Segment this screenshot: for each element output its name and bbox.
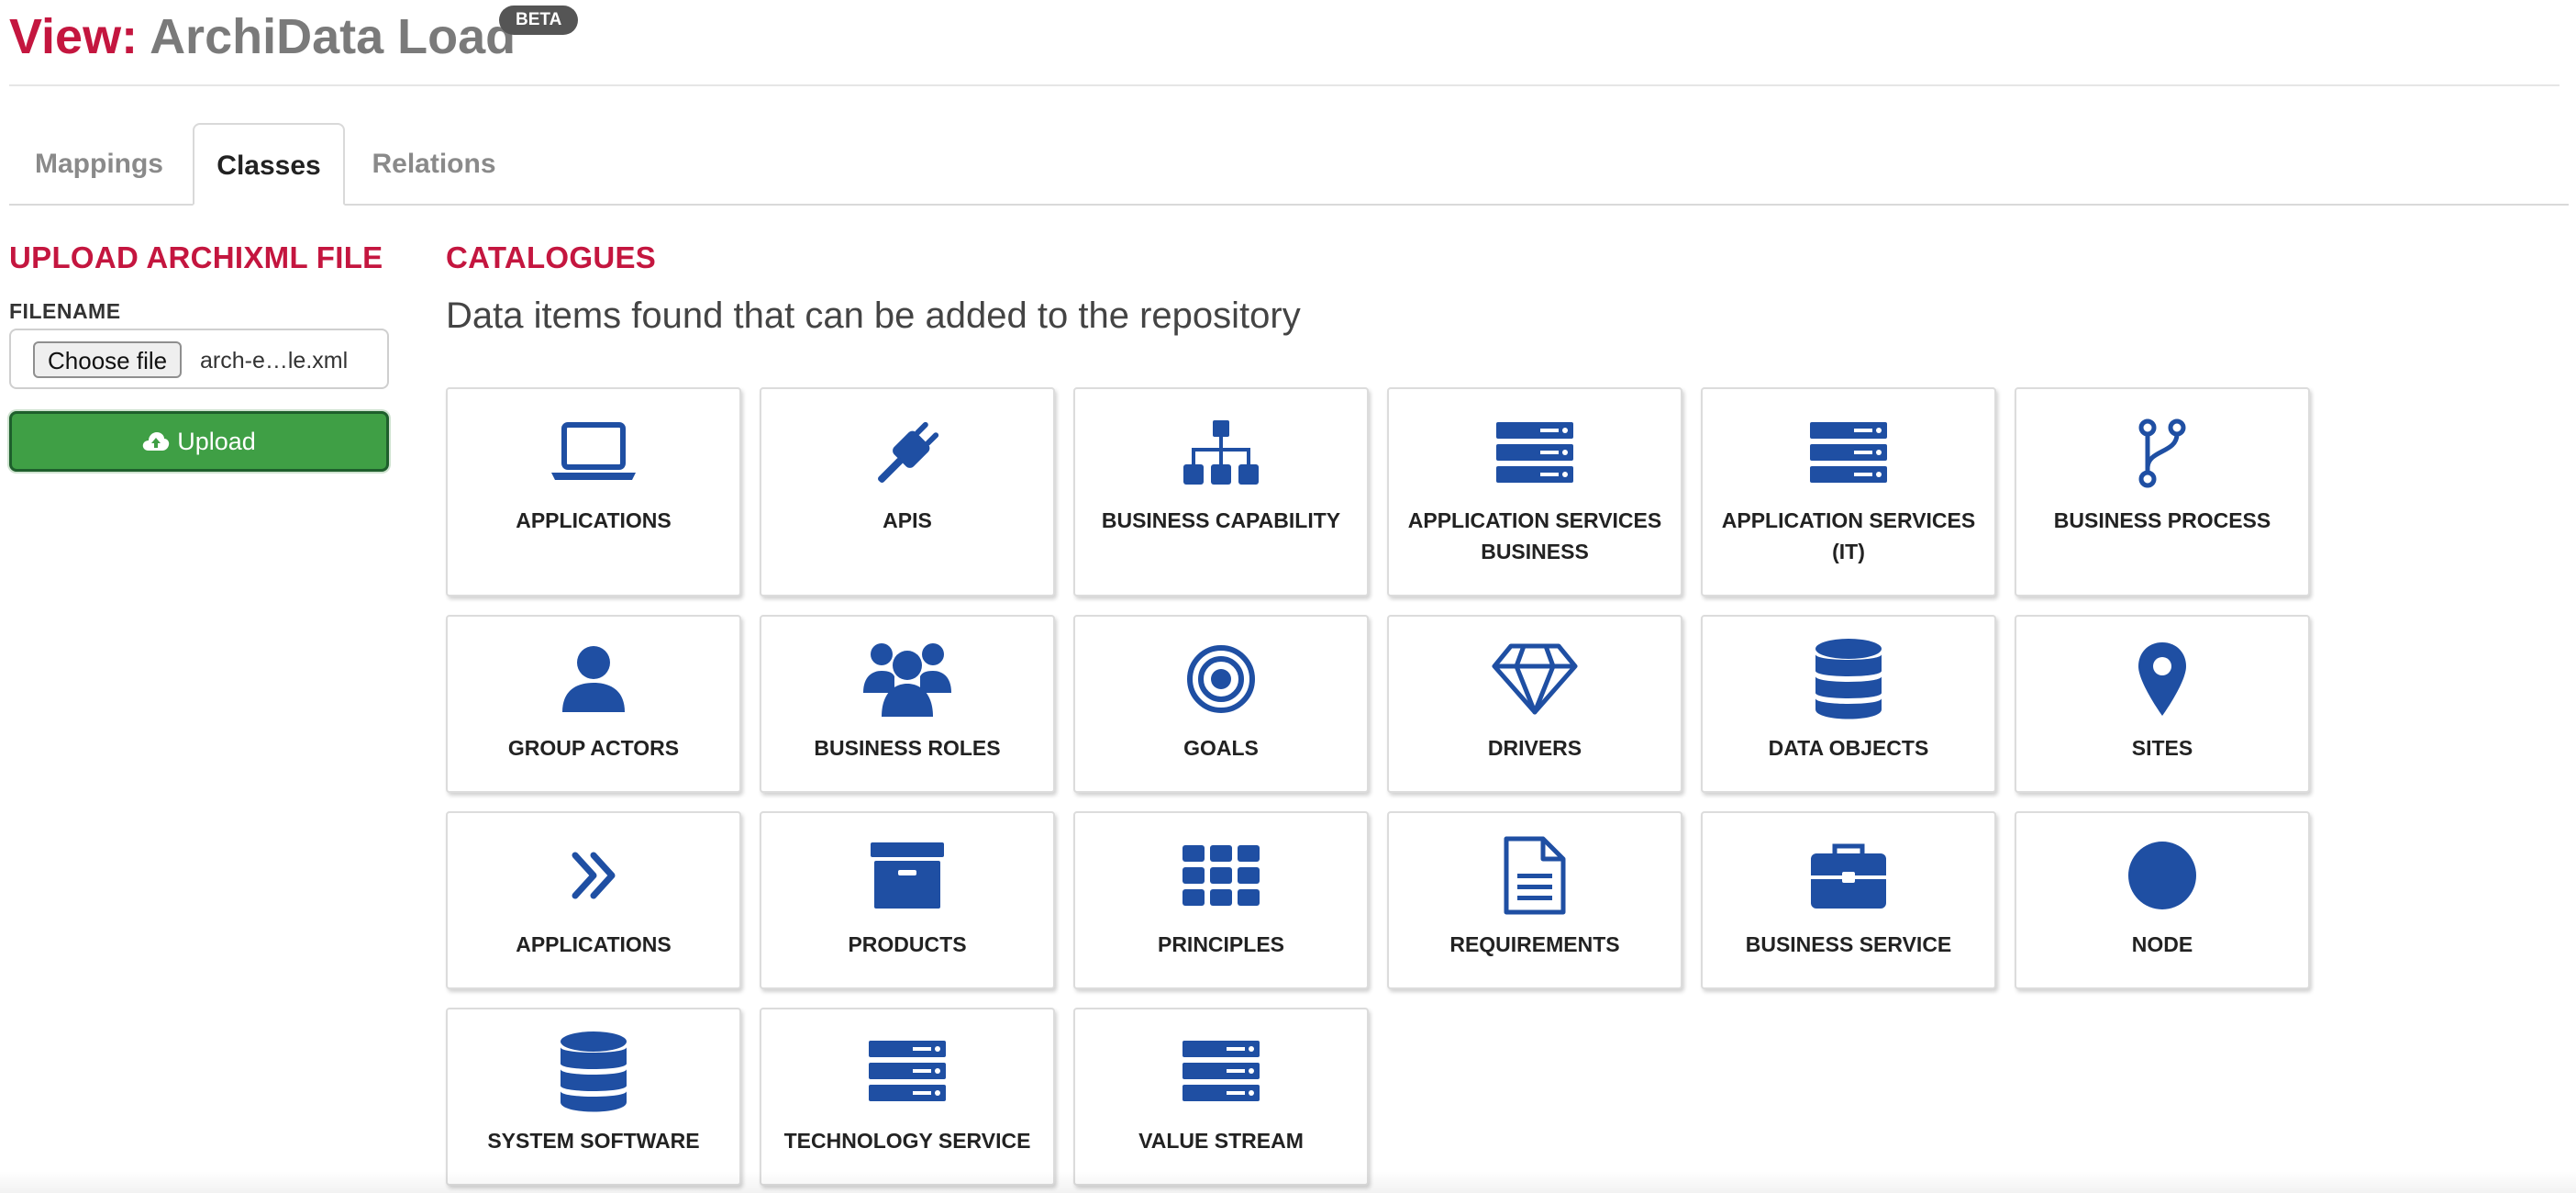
selected-file-name: arch-e…le.xml [200,348,349,374]
tile-label: BUSINESS ROLES [814,736,1001,760]
file-input[interactable]: Choose file arch-e…le.xml [9,329,389,389]
tab-relations[interactable]: Relations [349,123,519,204]
catalogue-tile-business-capability[interactable]: BUSINESS CAPABILITY [1073,387,1369,596]
upload-button[interactable]: Upload [9,411,389,472]
tile-label: BUSINESS CAPABILITY [1101,508,1341,532]
catalogue-tile-business-process[interactable]: BUSINESS PROCESS [2015,387,2310,596]
laptop-icon [448,415,739,492]
choose-file-button[interactable]: Choose file [33,341,183,378]
tile-label: APPLICATION SERVICES (IT) [1721,508,1976,563]
tab-mappings[interactable]: Mappings [9,123,189,204]
tab-bar: Mappings Classes Relations [9,123,2569,206]
catalogue-tile-drivers[interactable]: DRIVERS [1387,615,1682,793]
tile-label: SYSTEM SOFTWARE [487,1129,700,1153]
map-marker-icon [2016,641,2308,718]
catalogue-tile-system-software[interactable]: SYSTEM SOFTWARE [446,1008,741,1186]
grid-icon [1075,837,1367,914]
catalogue-tile-node[interactable]: NODE [2015,811,2310,989]
tile-label: APPLICATION SERVICES BUSINESS [1407,508,1662,563]
upload-button-label: Upload [177,428,256,455]
diamond-icon [1389,641,1681,718]
filename-label: FILENAME [9,299,121,323]
catalogue-tile-apis[interactable]: APIS [760,387,1055,596]
tile-label: SITES [2131,736,2193,760]
catalogue-tile-business-roles[interactable]: BUSINESS ROLES [760,615,1055,793]
circle-icon [2016,837,2308,914]
tile-label: GROUP ACTORS [507,736,680,760]
tile-label: VALUE STREAM [1138,1129,1304,1153]
catalogue-tile-data-objects[interactable]: DATA OBJECTS [1701,615,1996,793]
server-icon [1703,415,1994,492]
tile-label: TECHNOLOGY SERVICE [783,1129,1031,1153]
document-icon [1389,836,1681,915]
plug-icon [761,415,1053,492]
server-icon [761,1033,1053,1110]
catalogues-description: Data items found that can be added to th… [446,295,1301,336]
tile-label: REQUIREMENTS [1449,932,1620,956]
tile-label: DATA OBJECTS [1768,736,1929,760]
catalogue-tile-goals[interactable]: GOALS [1073,615,1369,793]
catalogues-heading: CATALOGUES [446,240,657,274]
server-icon [1075,1033,1367,1110]
catalogue-tile-business-service[interactable]: BUSINESS SERVICE [1701,811,1996,989]
tile-label: BUSINESS PROCESS [2053,508,2271,532]
cloud-upload-icon [142,432,170,451]
view-label: View: [9,9,139,64]
user-icon [448,641,739,718]
tab-classes[interactable]: Classes [193,123,345,206]
catalogue-tile-technology-service[interactable]: TECHNOLOGY SERVICE [760,1008,1055,1186]
code-branch-icon [2016,415,2308,492]
tile-label: APIS [883,508,932,532]
catalogue-tile-applications-2[interactable]: APPLICATIONS [446,811,741,989]
beta-badge: BETA [499,6,579,35]
database-icon [448,1031,739,1112]
catalogue-tile-group-actors[interactable]: GROUP ACTORS [446,615,741,793]
tile-label: APPLICATIONS [516,932,672,956]
tile-label: DRIVERS [1487,736,1582,760]
bullseye-icon [1075,641,1367,718]
tile-label: NODE [2131,932,2193,956]
catalogue-tile-application-services-business[interactable]: APPLICATION SERVICES BUSINESS [1387,387,1682,596]
tile-label: APPLICATIONS [516,508,672,532]
catalogue-tile-products[interactable]: PRODUCTS [760,811,1055,989]
view-name: ArchiData Load [150,9,516,64]
catalogue-tile-value-stream[interactable]: VALUE STREAM [1073,1008,1369,1186]
catalogue-tile-sites[interactable]: SITES [2015,615,2310,793]
archive-box-icon [761,837,1053,914]
server-icon [1389,415,1681,492]
tile-label: BUSINESS SERVICE [1745,932,1952,956]
catalogue-tile-application-services-it[interactable]: APPLICATION SERVICES (IT) [1701,387,1996,596]
catalogue-tile-principles[interactable]: PRINCIPLES [1073,811,1369,989]
tile-label: PRINCIPLES [1157,932,1285,956]
database-icon [1703,639,1994,719]
page-title: View: ArchiData Load [9,2,516,72]
users-icon [761,641,1053,718]
tile-label: PRODUCTS [848,932,967,956]
catalogue-tile-requirements[interactable]: REQUIREMENTS [1387,811,1682,989]
bottom-shade [0,1171,2576,1193]
catalogue-tile-applications[interactable]: APPLICATIONS [446,387,741,596]
briefcase-icon [1703,837,1994,914]
upload-heading: UPLOAD ARCHIXML FILE [9,240,383,274]
page-header: View: ArchiData Load BETA [9,0,2559,86]
sitemap-icon [1075,415,1367,492]
double-chevron-right-icon [448,837,739,914]
tile-label: GOALS [1183,736,1259,760]
